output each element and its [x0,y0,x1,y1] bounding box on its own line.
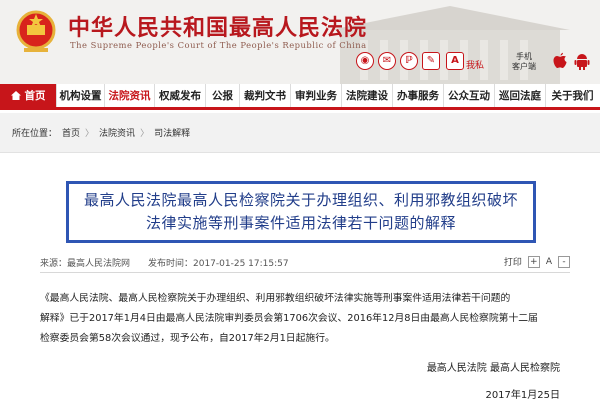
nav-item-judgments[interactable]: 裁判文书 [240,84,291,107]
home-icon [10,91,21,100]
article-title: 最高人民法院最高人民检察院关于办理组织、利用邪教组织破坏 法律实施等刑事案件适用… [66,181,536,243]
nav-item-authoritative-release[interactable]: 权威发布 [155,84,206,107]
article-date: 发布时间：2017-01-25 17:15:57 [148,259,289,269]
font-size-icon[interactable]: A [446,52,464,70]
article-body-line: 解释》已于2017年1月4日由最高人民法院审判委员会第1706次会议、2016年… [40,313,538,324]
print-button[interactable]: 打印 [504,255,522,268]
news-icon[interactable]: ✎ [422,52,440,70]
breadcrumb-prefix: 所在位置： [12,129,58,139]
nav-item-court-news[interactable]: 法院资讯 [105,84,155,107]
main-nav: 首页 机构设置 法院资讯 权威发布 公报 裁判文书 审判业务 法院建设 办事服务… [0,84,600,110]
nav-item-circuit-court[interactable]: 巡回法庭 [495,84,546,107]
site-subtitle: The Supreme People's Court of The People… [70,40,367,50]
national-emblem-icon [16,10,56,52]
nav-item-court-building[interactable]: 法院建设 [342,84,393,107]
nav-item-trial-business[interactable]: 审判业务 [291,84,342,107]
article-meta: 来源：最高人民法院网 发布时间：2017-01-25 17:15:57 打印 +… [40,255,570,272]
site-title[interactable]: 中华人民共和国最高人民法院 [68,10,367,42]
article-signature: 最高人民法院 最高人民检察院 [426,363,560,374]
nav-item-services[interactable]: 办事服务 [393,84,444,107]
weibo-icon[interactable]: ◉ [356,52,374,70]
breadcrumb-separator: 〉 [140,129,150,139]
breadcrumb-item-judicial-interpretation[interactable]: 司法解释 [154,126,190,139]
nav-item-public-interaction[interactable]: 公众互动 [444,84,495,107]
font-increase-button[interactable]: + [527,255,540,268]
mobile-client-label[interactable]: 手机 客户端 [512,52,536,72]
nav-item-organization[interactable]: 机构设置 [57,84,105,107]
article-title-line: 法律实施等刑事案件适用法律若干问题的解释 [145,214,456,232]
apple-icon[interactable] [552,52,568,70]
android-icon[interactable] [574,52,590,70]
article-body-line: 《最高人民法院、最高人民检察院关于办理组织、利用邪教组织破坏法律实施等刑事案件适… [40,293,511,304]
nav-item-gazette[interactable]: 公报 [206,84,240,107]
breadcrumb: 所在位置： 首页 〉 法院资讯 〉 司法解释 [0,113,600,153]
article-title-line: 最高人民法院最高人民检察院关于办理组织、利用邪教组织破坏 [83,191,518,209]
font-decrease-button[interactable]: - [558,255,570,268]
wechat-icon[interactable]: ✉ [378,52,396,70]
article-source: 来源：最高人民法院网 [40,259,131,269]
article-body: 《最高人民法院、最高人民检察院关于办理组织、利用邪教组织破坏法律实施等刑事案件适… [40,289,570,349]
breadcrumb-item-home[interactable]: 首页 [62,126,80,139]
nav-item-about-us[interactable]: 关于我们 [546,84,599,107]
font-default-button[interactable]: A [546,257,552,267]
breadcrumb-item-court-news[interactable]: 法院资讯 [99,126,135,139]
pinterest-like-icon[interactable]: ℙ [400,52,418,70]
mobile-version-link[interactable]: 我私 [466,58,484,71]
article-sign-date: 2017年1月25日 [485,390,560,401]
article-body-line: 检察委员会第58次会议通过，现予公布，自2017年2月1日起施行。 [40,333,335,344]
nav-item-home[interactable]: 首页 [0,84,57,107]
article-tools: 打印 + A - [504,255,570,268]
breadcrumb-separator: 〉 [85,129,95,139]
site-header: 中华人民共和国最高人民法院 The Supreme People's Court… [0,0,600,84]
divider [40,272,570,273]
